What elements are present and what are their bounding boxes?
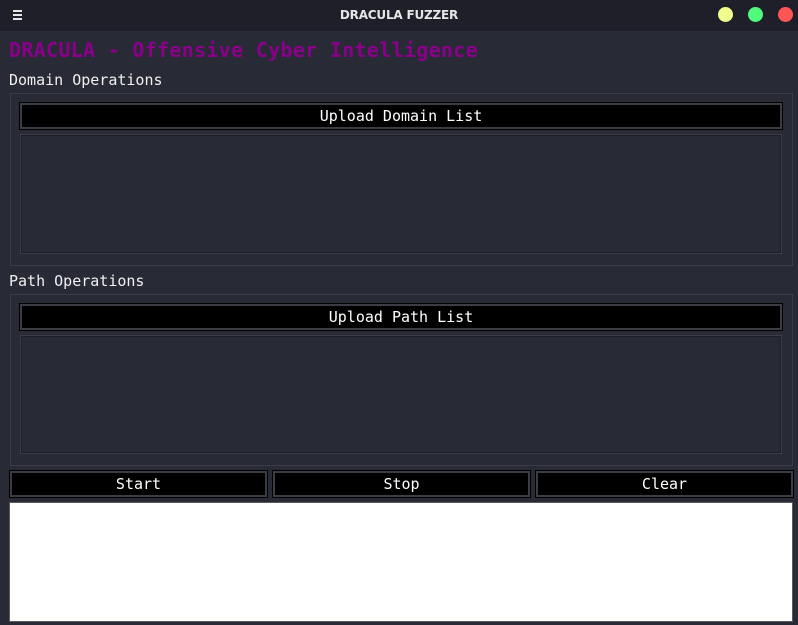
close-button[interactable] <box>778 7 793 22</box>
path-list-box[interactable] <box>20 335 782 454</box>
path-operations-label: Path Operations <box>9 272 145 290</box>
upload-path-list-button[interactable]: Upload Path List <box>19 303 783 331</box>
window-title: DRACULA FUZZER <box>339 8 459 22</box>
domain-operations-label: Domain Operations <box>9 71 163 89</box>
clear-button[interactable]: Clear <box>535 470 794 498</box>
domain-list-box[interactable] <box>20 134 782 254</box>
output-console[interactable] <box>9 502 793 622</box>
stop-button[interactable]: Stop <box>272 470 531 498</box>
maximize-button[interactable] <box>748 7 763 22</box>
window-titlebar: DRACULA FUZZER <box>0 0 798 31</box>
minimize-button[interactable] <box>718 7 733 22</box>
app-title: DRACULA - Offensive Cyber Intelligence <box>9 38 478 62</box>
start-button[interactable]: Start <box>9 470 268 498</box>
upload-domain-list-button[interactable]: Upload Domain List <box>19 102 783 130</box>
